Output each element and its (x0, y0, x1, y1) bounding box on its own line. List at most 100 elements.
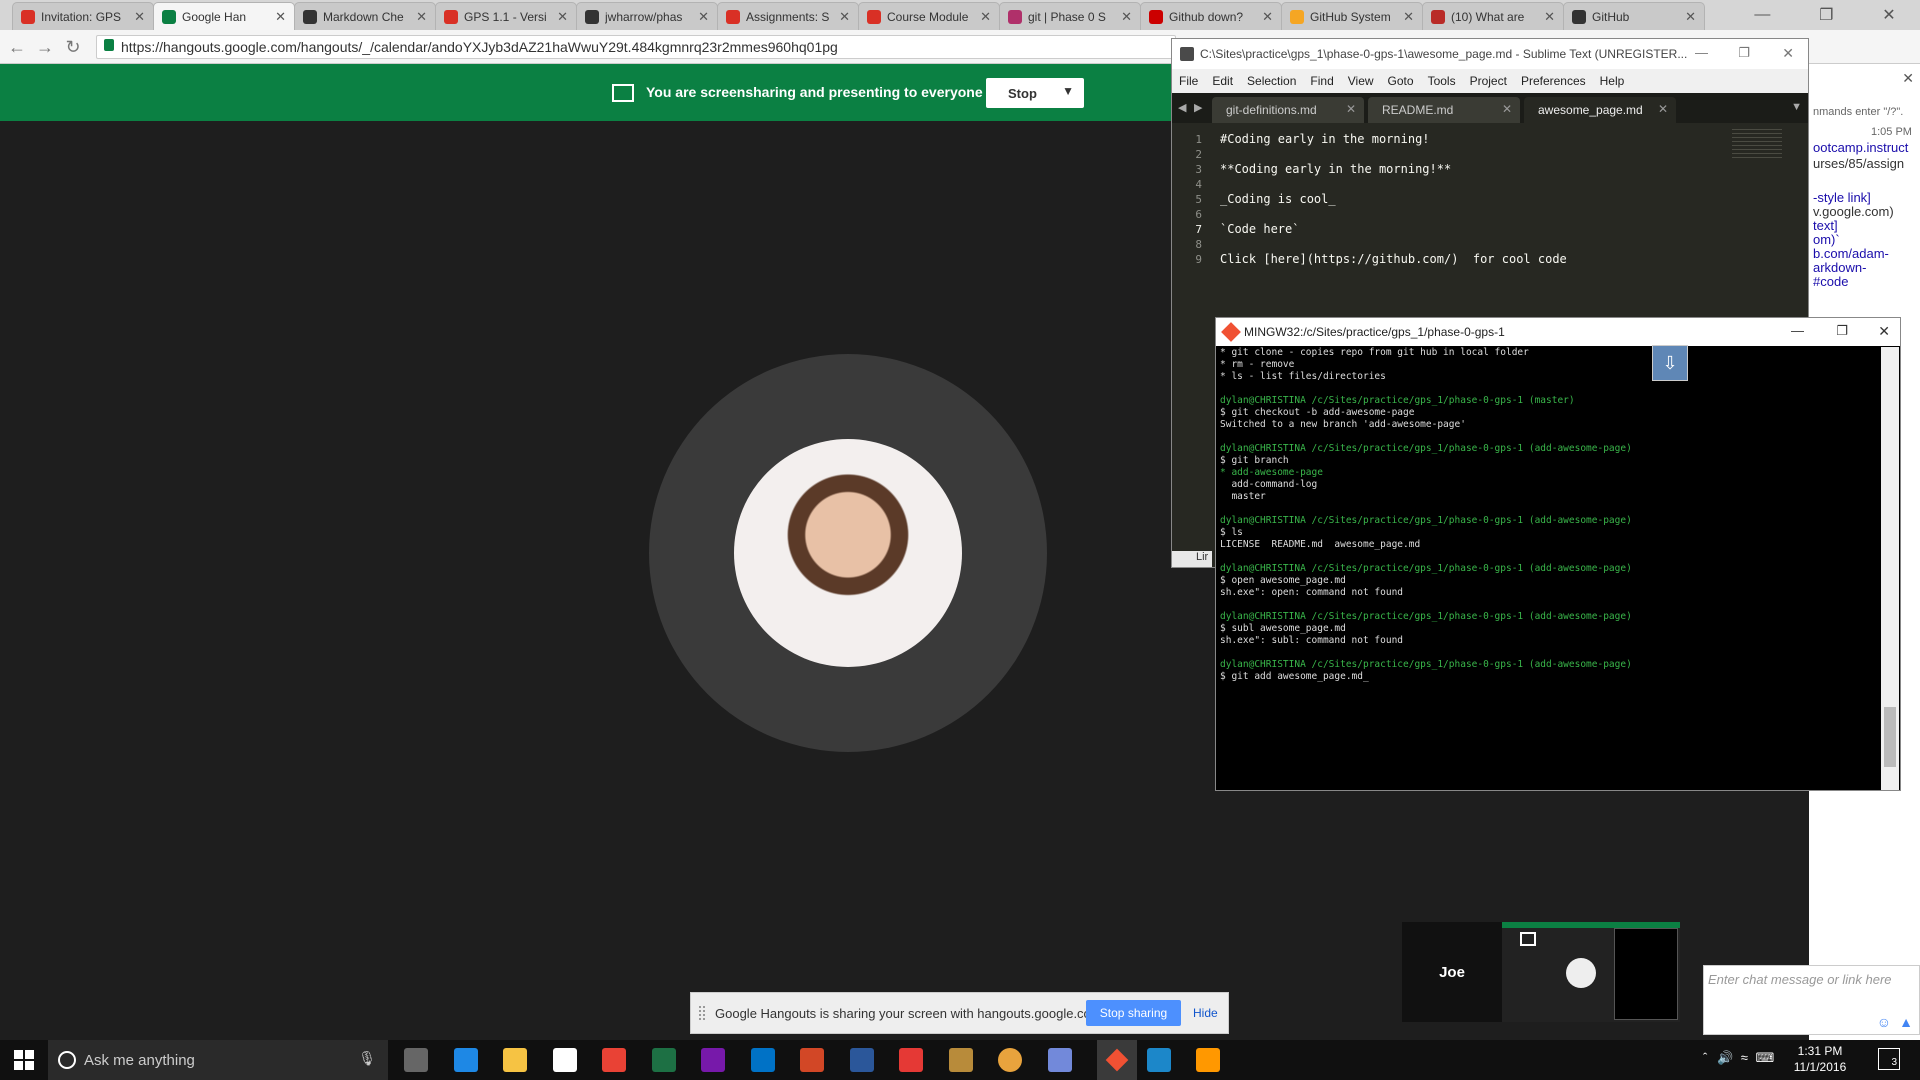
participant-thumbnail[interactable]: Joe (1402, 922, 1502, 1022)
close-icon[interactable]: ✕ (1882, 5, 1895, 25)
maximize-icon[interactable]: ❐ (1819, 5, 1833, 25)
chat-message-line[interactable]: v.google.com) (1813, 204, 1894, 219)
menu-item-goto[interactable]: Goto (1381, 74, 1421, 88)
discord-icon[interactable] (1047, 1048, 1072, 1072)
editor-tab[interactable]: README.md ✕ (1368, 97, 1520, 123)
keyboard-icon[interactable]: ⌨ (1756, 1050, 1775, 1065)
chevron-down-icon[interactable]: ▼ (1062, 84, 1074, 98)
tab-close-icon[interactable]: ✕ (1544, 9, 1555, 25)
store-icon[interactable] (552, 1048, 577, 1072)
browser-tab[interactable]: Invitation: GPS ✕ (12, 2, 154, 30)
scrollbar-thumb[interactable] (1884, 707, 1896, 767)
maximize-icon[interactable]: ❐ (1836, 323, 1848, 339)
tab-close-icon[interactable]: ✕ (1502, 102, 1512, 116)
tab-close-icon[interactable]: ✕ (1658, 102, 1668, 116)
browser-tab[interactable]: Assignments: S ✕ (717, 2, 859, 30)
tab-list-icon[interactable]: ▼ (1791, 101, 1802, 113)
download-icon[interactable]: ⇩ (1652, 345, 1688, 381)
reload-icon[interactable]: ↻ (62, 36, 84, 58)
tab-close-icon[interactable]: ✕ (1262, 9, 1273, 25)
hide-link[interactable]: Hide (1193, 1006, 1218, 1020)
powerpoint-icon[interactable] (800, 1048, 824, 1072)
tab-close-icon[interactable]: ✕ (275, 9, 286, 25)
terminal-scrollbar[interactable] (1881, 347, 1899, 790)
drag-handle-icon[interactable] (699, 1006, 705, 1020)
terminal-output[interactable]: * git clone - copies repo from git hub i… (1218, 347, 1878, 790)
minimize-icon[interactable]: — (1791, 323, 1804, 338)
microphone-icon[interactable]: 🎙 (358, 1050, 376, 1067)
tab-close-icon[interactable]: ✕ (698, 9, 709, 25)
file-explorer-icon[interactable] (503, 1048, 527, 1072)
editor-tab[interactable]: git-definitions.md ✕ (1212, 97, 1364, 123)
volume-icon[interactable]: 🔊 (1717, 1050, 1733, 1065)
browser-tab[interactable]: GPS 1.1 - Versi ✕ (435, 2, 577, 30)
minimize-icon[interactable]: — (1754, 6, 1770, 24)
tab-close-icon[interactable]: ✕ (1346, 102, 1356, 116)
sublime-icon[interactable] (1196, 1048, 1220, 1072)
tab-close-icon[interactable]: ✕ (839, 9, 850, 25)
chevron-up-icon[interactable]: ˆ (1703, 1050, 1707, 1065)
chat-message-line[interactable]: b.com/adam- (1813, 246, 1889, 261)
tab-close-icon[interactable]: ✕ (416, 9, 427, 25)
browser-tab[interactable]: GitHub System ✕ (1281, 2, 1423, 30)
tab-close-icon[interactable]: ✕ (1403, 9, 1414, 25)
tab-close-icon[interactable]: ✕ (1685, 9, 1696, 25)
tab-close-icon[interactable]: ✕ (134, 9, 145, 25)
browser-tab[interactable]: Markdown Che ✕ (294, 2, 436, 30)
browser-tab[interactable]: jwharrow/phas ✕ (576, 2, 718, 30)
tab-close-icon[interactable]: ✕ (557, 9, 568, 25)
back-icon[interactable]: ← (6, 36, 28, 58)
tab-left-arrow-icon[interactable]: ◀ (1178, 101, 1186, 114)
browser-tab[interactable]: git | Phase 0 S ✕ (999, 2, 1141, 30)
menu-item-preferences[interactable]: Preferences (1514, 74, 1593, 88)
task-view-icon[interactable] (404, 1048, 428, 1072)
menu-item-file[interactable]: File (1172, 74, 1205, 88)
kodi-icon[interactable] (948, 1048, 973, 1072)
menu-item-project[interactable]: Project (1463, 74, 1514, 88)
browser-tab[interactable]: GitHub ✕ (1563, 2, 1705, 30)
menu-item-find[interactable]: Find (1303, 74, 1340, 88)
minimap[interactable] (1732, 129, 1782, 159)
stop-presenting-button[interactable]: Stop ▼ (986, 78, 1084, 108)
picasa-icon[interactable] (602, 1048, 626, 1072)
editor-tab[interactable]: awesome_page.md ✕ (1524, 97, 1676, 123)
chat-message-line[interactable]: om)` (1813, 232, 1840, 247)
menu-item-tools[interactable]: Tools (1421, 74, 1463, 88)
menu-item-help[interactable]: Help (1593, 74, 1632, 88)
close-icon[interactable]: ✕ (1782, 45, 1794, 62)
tab-right-arrow-icon[interactable]: ▶ (1194, 101, 1202, 114)
chat-message-line[interactable]: arkdown- (1813, 260, 1866, 275)
tab-close-icon[interactable]: ✕ (1121, 9, 1132, 25)
start-icon[interactable] (14, 1050, 34, 1070)
stop-sharing-button[interactable]: Stop sharing (1086, 1000, 1181, 1026)
chat-input[interactable]: Enter chat message or link here ☺ ▲ (1703, 965, 1920, 1035)
close-chat-icon[interactable]: ✕ (1902, 70, 1914, 87)
forward-icon[interactable]: → (34, 36, 56, 58)
cortana-search-box[interactable]: Ask me anything 🎙 (48, 1040, 388, 1080)
vpn-icon[interactable] (1146, 1048, 1171, 1072)
close-icon[interactable]: ✕ (1878, 323, 1890, 340)
chat-message-line[interactable]: ootcamp.instruct (1813, 140, 1908, 155)
action-center-icon[interactable]: 3 (1878, 1048, 1900, 1070)
calculator-icon[interactable] (899, 1048, 923, 1072)
browser-tab[interactable]: (10) What are ✕ (1422, 2, 1564, 30)
tab-close-icon[interactable]: ✕ (980, 9, 991, 25)
chat-message-line[interactable]: urses/85/assign (1813, 156, 1904, 171)
menu-item-selection[interactable]: Selection (1240, 74, 1303, 88)
edge-icon[interactable] (453, 1048, 478, 1072)
chat-message-line[interactable]: -style link] (1813, 190, 1871, 205)
outlook-icon[interactable] (750, 1048, 775, 1072)
browser-tab[interactable]: Github down? ✕ (1140, 2, 1282, 30)
chat-message-line[interactable]: text] (1813, 218, 1838, 233)
minimize-icon[interactable]: — (1695, 45, 1708, 60)
attach-image-icon[interactable]: ▲ (1899, 1014, 1913, 1030)
onenote-icon[interactable] (701, 1048, 725, 1072)
chat-message-line[interactable]: #code (1813, 274, 1848, 289)
self-screen-thumbnail[interactable] (1502, 922, 1680, 1022)
word-icon[interactable] (849, 1048, 874, 1072)
git-icon[interactable] (1097, 1040, 1137, 1080)
browser-tab[interactable]: Course Module ✕ (858, 2, 1000, 30)
taskbar-clock[interactable]: 1:31 PM 11/1/2016 (1790, 1043, 1850, 1075)
emoji-icon[interactable]: ☺ (1877, 1014, 1891, 1030)
browser-tab[interactable]: Google Han ✕ (153, 2, 295, 30)
